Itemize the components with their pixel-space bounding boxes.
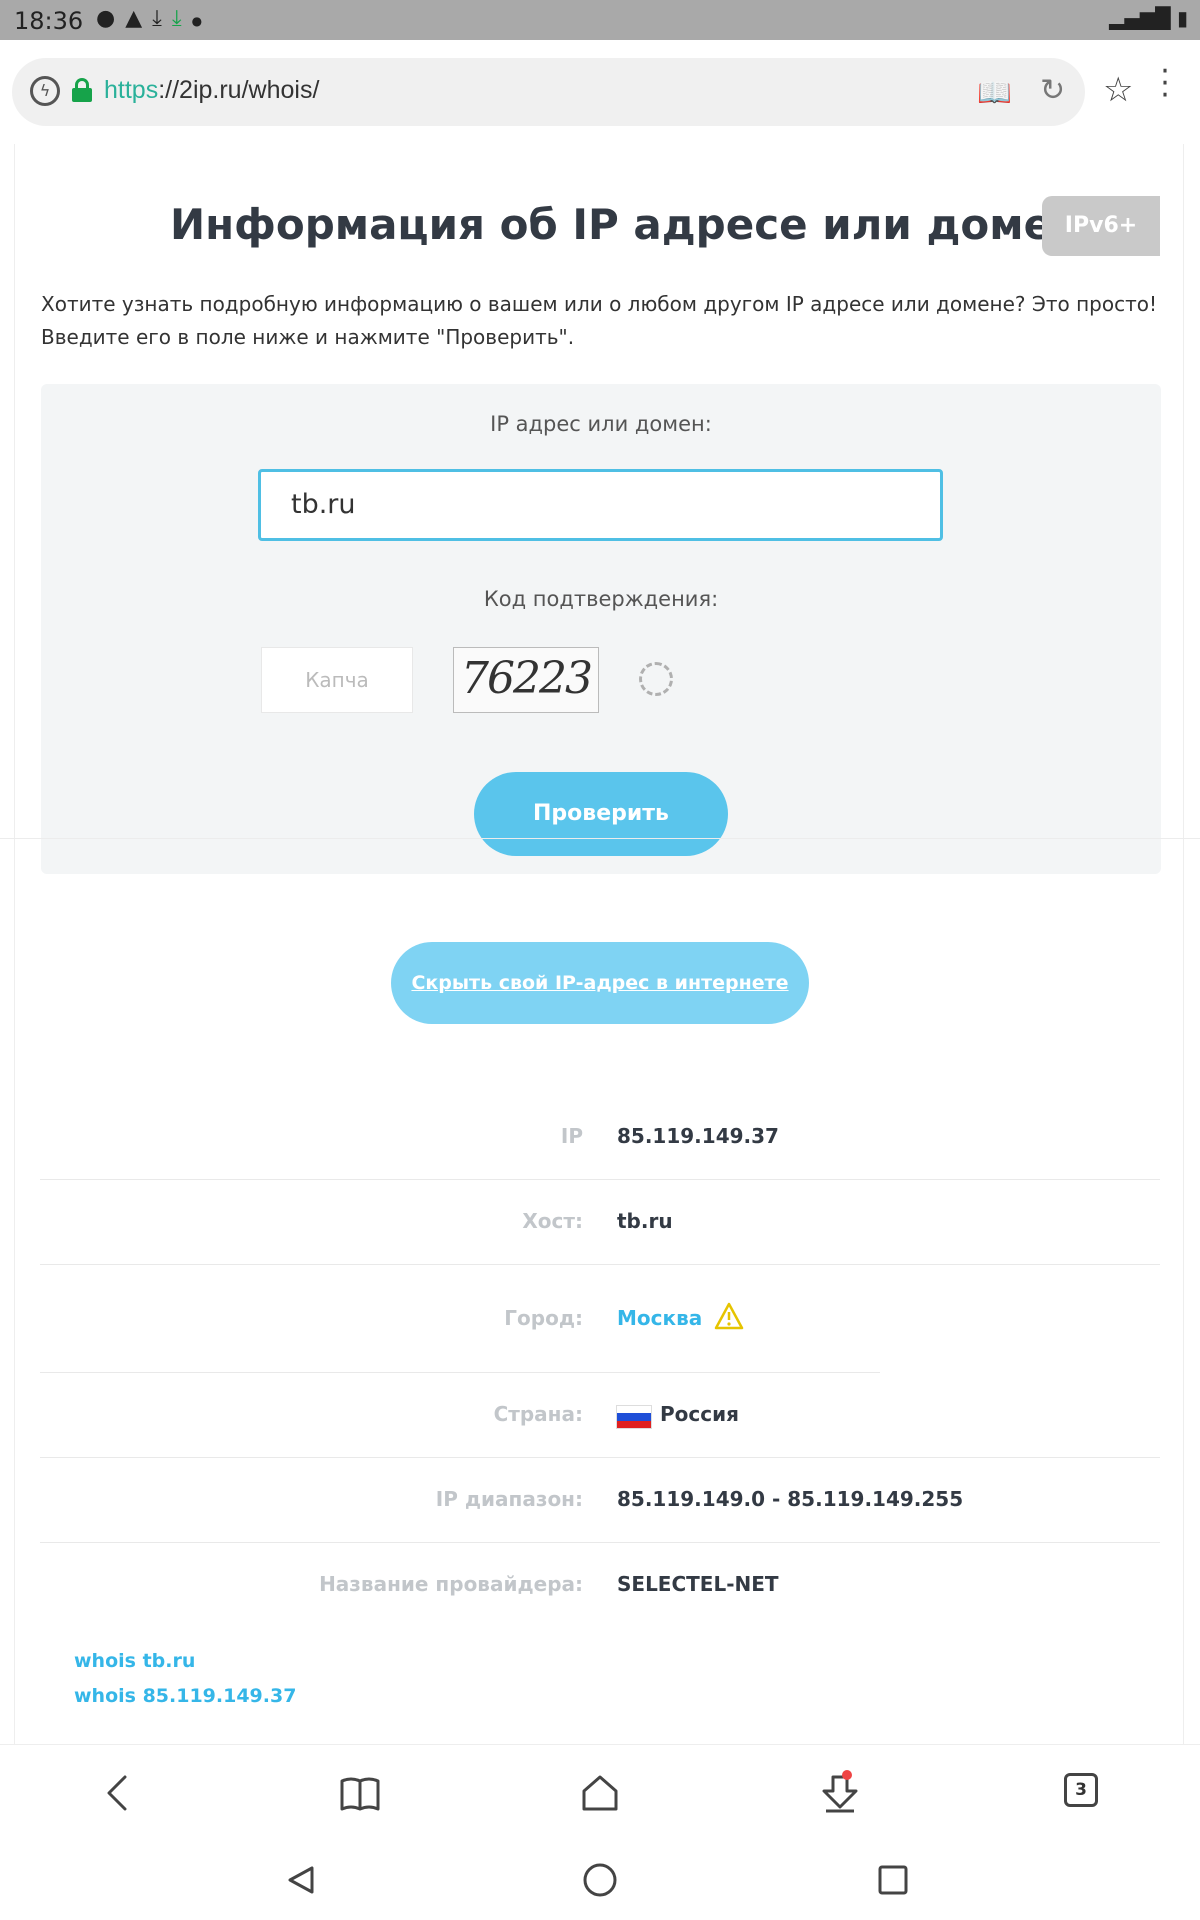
- captcha-field-label: Код подтверждения:: [483, 587, 719, 611]
- chat-icon: ●: [96, 6, 126, 31]
- info-label-country: Страна:: [493, 1402, 583, 1426]
- whois-ip-link[interactable]: whois 85.119.149.37: [74, 1685, 296, 1707]
- reader-mode-icon[interactable]: 📖: [977, 76, 1012, 109]
- row-divider: [40, 1264, 1160, 1265]
- info-label-host: Хост:: [522, 1209, 583, 1233]
- ipv6-badge[interactable]: IPv6+: [1042, 196, 1160, 256]
- info-value-ip: 85.119.149.37: [617, 1124, 779, 1148]
- section-divider: [0, 838, 1200, 839]
- browser-toolbar: ϟ https://2ip.ru/whois/ 📖 ↻ ☆ · · ·: [0, 40, 1200, 144]
- russia-flag-icon: [616, 1405, 652, 1429]
- dot-icon: ●: [191, 14, 213, 28]
- back-icon[interactable]: [95, 1769, 143, 1817]
- lightning-icon[interactable]: ϟ: [30, 76, 60, 106]
- info-value-country: Россия: [660, 1402, 739, 1426]
- info-label-ip: IP: [560, 1124, 583, 1148]
- intro-line-2: Введите его в поле ниже и нажмите "Прове…: [41, 325, 575, 349]
- info-value-ip-range: 85.119.149.0 - 85.119.149.255: [617, 1487, 964, 1511]
- system-nav-bar: [0, 1840, 1200, 1920]
- tabs-icon[interactable]: 3: [1064, 1773, 1098, 1807]
- url-scheme: https: [104, 76, 159, 104]
- lookup-form: IP адрес или домен: tb.ru Код подтвержде…: [41, 384, 1161, 874]
- info-value-city[interactable]: Москва: [617, 1306, 702, 1330]
- captcha-input[interactable]: Капча: [261, 647, 413, 713]
- warning-icon[interactable]: [714, 1302, 744, 1330]
- download-done-icon: ⤓: [171, 6, 192, 31]
- info-value-host: tb.ru: [617, 1209, 673, 1233]
- url-path: ://2ip.ru/whois/: [158, 76, 320, 104]
- info-label-ip-range: IP диапазон:: [435, 1487, 583, 1511]
- signal-icon: ▂▄▆█: [1109, 6, 1171, 30]
- browser-bottom-nav: 3: [0, 1744, 1200, 1840]
- battery-icon: ▮: [1176, 6, 1188, 30]
- status-bar: 18:36 ●▲⤓⤓● ▂▄▆█ ▮: [0, 0, 1200, 40]
- lock-icon[interactable]: [72, 78, 92, 102]
- status-right-icons: ▂▄▆█ ▮: [1109, 6, 1188, 30]
- url-text[interactable]: https://2ip.ru/whois/: [104, 76, 319, 105]
- whois-domain-link[interactable]: whois tb.ru: [74, 1650, 195, 1672]
- ip-field-label: IP адрес или домен:: [490, 412, 712, 436]
- address-bar[interactable]: ϟ https://2ip.ru/whois/ 📖 ↻: [12, 58, 1085, 126]
- system-home-icon[interactable]: [580, 1860, 620, 1900]
- intro-line-1: Хотите узнать подробную информацию о ваш…: [41, 292, 1157, 316]
- row-divider: [40, 1457, 1160, 1458]
- bookmarks-icon[interactable]: [336, 1769, 384, 1817]
- ip-domain-input[interactable]: tb.ru: [258, 469, 943, 541]
- warning-icon: ▲: [125, 6, 153, 31]
- captcha-refresh-icon[interactable]: [639, 662, 673, 696]
- intro-text: Хотите узнать подробную информацию о ваш…: [41, 288, 1171, 354]
- notification-icons: ●▲⤓⤓●: [96, 6, 212, 31]
- info-value-provider: SELECTEL-NET: [617, 1572, 779, 1596]
- check-button[interactable]: Проверить: [474, 772, 728, 856]
- system-recents-icon[interactable]: [873, 1860, 913, 1900]
- download-icon: ⤓: [152, 6, 172, 31]
- star-icon[interactable]: ☆: [1103, 70, 1133, 110]
- row-divider: [40, 1179, 1160, 1180]
- info-label-city: Город:: [504, 1306, 583, 1330]
- row-divider: [40, 1542, 1160, 1543]
- downloads-icon[interactable]: [816, 1769, 864, 1817]
- system-back-icon[interactable]: [282, 1860, 322, 1900]
- info-label-provider: Название провайдера:: [319, 1572, 583, 1596]
- status-time: 18:36: [14, 7, 84, 35]
- hide-ip-button[interactable]: Скрыть свой IP-адрес в интернете: [391, 942, 809, 1024]
- row-divider: [40, 1372, 880, 1373]
- captcha-image: 76223: [453, 647, 599, 713]
- home-icon[interactable]: [576, 1769, 624, 1817]
- reload-icon[interactable]: ↻: [1040, 73, 1065, 108]
- page-title: Информация об IP адресе или домене: [170, 200, 1110, 249]
- menu-icon[interactable]: · · ·: [1160, 57, 1170, 111]
